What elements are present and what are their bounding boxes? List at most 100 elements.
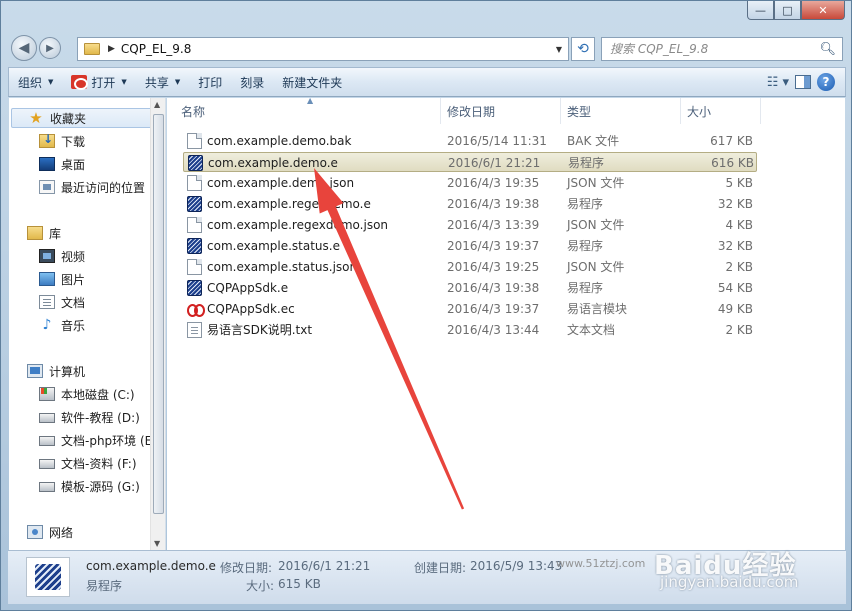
file-type: 易程序: [568, 156, 605, 170]
file-name: com.example.demo.e: [208, 156, 338, 170]
back-button[interactable]: ◀: [11, 35, 37, 61]
e-program-icon: [26, 557, 70, 597]
file-date: 2016/4/3 19:37: [447, 302, 540, 316]
file-name: com.example.status.e: [207, 239, 340, 253]
chevron-down-icon: ▼: [48, 78, 54, 86]
file-size: 2 KB: [725, 323, 753, 337]
scrollbar-thumb[interactable]: [153, 114, 164, 514]
search-box[interactable]: 🔍︎: [601, 37, 843, 61]
watermark-site: www.51ztzj.com: [556, 557, 646, 570]
close-button[interactable]: ✕: [801, 1, 845, 20]
nav-drive-e[interactable]: 文档-php环境 (E: [39, 430, 166, 450]
column-type[interactable]: 类型: [561, 98, 681, 124]
file-row[interactable]: com.example.demo.bak 2016/5/14 11:31 BAK 文…: [183, 131, 757, 151]
chevron-down-icon: ▼: [121, 78, 127, 86]
hard-drive-icon: [39, 459, 55, 469]
scroll-up-icon[interactable]: ▲: [154, 100, 160, 109]
maximize-button[interactable]: □: [774, 1, 801, 20]
file-size: 49 KB: [717, 302, 753, 316]
file-row[interactable]: CQPAppSdk.e 2016/4/3 19:38 易程序 54 KB: [183, 278, 757, 298]
file-row[interactable]: 易语言SDK说明.txt 2016/4/3 13:44 文本文档 2 KB: [183, 320, 757, 340]
details-pane: com.example.demo.e 修改日期: 2016/6/1 21:21 …: [8, 550, 846, 604]
file-name: CQPAppSdk.e: [207, 281, 289, 295]
file-date: 2016/4/3 19:25: [447, 260, 540, 274]
generic-file-icon: [187, 259, 202, 275]
nav-documents-label: 文档: [61, 295, 86, 310]
generic-file-icon: [187, 217, 202, 233]
status-modified-value: 2016/6/1 21:21: [278, 559, 371, 573]
e-program-icon: [187, 196, 202, 212]
file-row[interactable]: com.example.demo.json 2016/4/3 19:35 JSON …: [183, 173, 757, 193]
file-date: 2016/4/3 19:35: [447, 176, 540, 190]
chevron-down-icon: ▼: [174, 78, 181, 86]
address-bar[interactable]: ▶ CQP_EL_9.8 ▼: [77, 37, 569, 61]
breadcrumb-chevron-icon[interactable]: ▶: [108, 44, 115, 54]
print-button[interactable]: 打印: [189, 70, 231, 94]
file-row[interactable]: com.example.regexdemo.e 2016/4/3 19:38 易程序…: [183, 194, 757, 214]
navigation-row: ◀ ▶ ▶ CQP_EL_9.8 ▼ ⟲ 🔍︎: [1, 29, 851, 63]
nav-pictures-label: 图片: [61, 272, 86, 287]
view-options-icon[interactable]: ☷ ▾: [767, 75, 789, 90]
breadcrumb-current[interactable]: CQP_EL_9.8: [121, 42, 191, 56]
e-program-icon: [187, 238, 202, 254]
file-row[interactable]: com.example.demo.e 2016/6/1 21:21 易程序 616 K…: [183, 152, 757, 172]
computer-icon: [27, 364, 43, 378]
column-name[interactable]: 名称: [175, 98, 441, 124]
file-type: JSON 文件: [567, 176, 625, 190]
watermark-url: jingyan.baidu.com: [660, 573, 799, 591]
nav-favorites[interactable]: ★ 收藏夹: [11, 108, 152, 128]
refresh-button[interactable]: ⟲: [571, 37, 595, 61]
address-dropdown-icon[interactable]: ▼: [556, 45, 562, 54]
nav-libraries-label: 库: [49, 226, 62, 241]
search-input[interactable]: [610, 39, 820, 59]
file-row[interactable]: com.example.status.e 2016/4/3 19:37 易程序 32 …: [183, 236, 757, 256]
video-library-icon: [39, 249, 55, 263]
network-icon: [27, 525, 43, 539]
system-drive-icon: [39, 387, 55, 401]
nav-computer[interactable]: 计算机: [27, 361, 168, 381]
file-date: 2016/4/3 19:38: [447, 197, 540, 211]
nav-computer-label: 计算机: [49, 364, 86, 379]
burn-button[interactable]: 刻录: [231, 70, 273, 94]
file-date: 2016/6/1 21:21: [448, 156, 541, 170]
back-arrow-icon: ◀: [18, 40, 30, 56]
file-date: 2016/4/3 13:39: [447, 218, 540, 232]
minimize-button[interactable]: —: [747, 1, 774, 20]
file-row[interactable]: com.example.regexdemo.json 2016/4/3 13:39…: [183, 215, 757, 235]
organize-button[interactable]: 组织 ▼: [9, 70, 62, 94]
status-created-label: 创建日期:: [414, 561, 467, 575]
share-label: 共享: [144, 75, 169, 90]
column-size[interactable]: 大小: [681, 98, 761, 124]
preview-pane-icon[interactable]: [795, 75, 811, 89]
nav-libraries[interactable]: 库: [27, 223, 168, 243]
search-icon[interactable]: 🔍︎: [819, 42, 836, 57]
nav-scrollbar[interactable]: ▲ ▼: [150, 98, 165, 550]
file-type: 易语言模块: [567, 302, 628, 316]
nav-downloads-label: 下载: [61, 134, 86, 149]
open-button[interactable]: 打开 ▼: [62, 70, 135, 94]
file-row[interactable]: CQPAppSdk.ec 2016/4/3 19:37 易语言模块 49 KB: [183, 299, 757, 319]
nav-favorites-label: 收藏夹: [50, 111, 87, 126]
star-icon: ★: [29, 109, 43, 127]
file-list: ▲ 名称 修改日期 类型 大小 com.example.demo.bak 2016…: [167, 96, 845, 550]
file-size: 32 KB: [717, 239, 753, 253]
nav-drive-label: 本地磁盘 (C:): [61, 387, 135, 402]
scroll-down-icon[interactable]: ▼: [154, 539, 160, 548]
e-program-icon: [187, 280, 202, 296]
column-date[interactable]: 修改日期: [441, 98, 561, 124]
file-name: CQPAppSdk.ec: [207, 302, 295, 316]
file-name: com.example.regexdemo.e: [207, 197, 371, 211]
recent-places-icon: [39, 180, 55, 194]
open-label: 打开: [91, 75, 116, 90]
new-folder-button[interactable]: 新建文件夹: [273, 70, 351, 94]
file-size: 4 KB: [725, 218, 753, 232]
file-type: 文本文档: [567, 323, 616, 337]
hard-drive-icon: [39, 482, 55, 492]
nav-music-label: 音乐: [61, 318, 86, 333]
nav-network[interactable]: 网络: [27, 522, 168, 542]
file-size: 617 KB: [710, 134, 753, 148]
help-icon[interactable]: ?: [817, 73, 835, 91]
share-button[interactable]: 共享 ▼: [136, 70, 189, 94]
forward-button[interactable]: ▶: [39, 37, 61, 59]
file-row[interactable]: com.example.status.json 2016/4/3 19:25 JSO…: [183, 257, 757, 277]
